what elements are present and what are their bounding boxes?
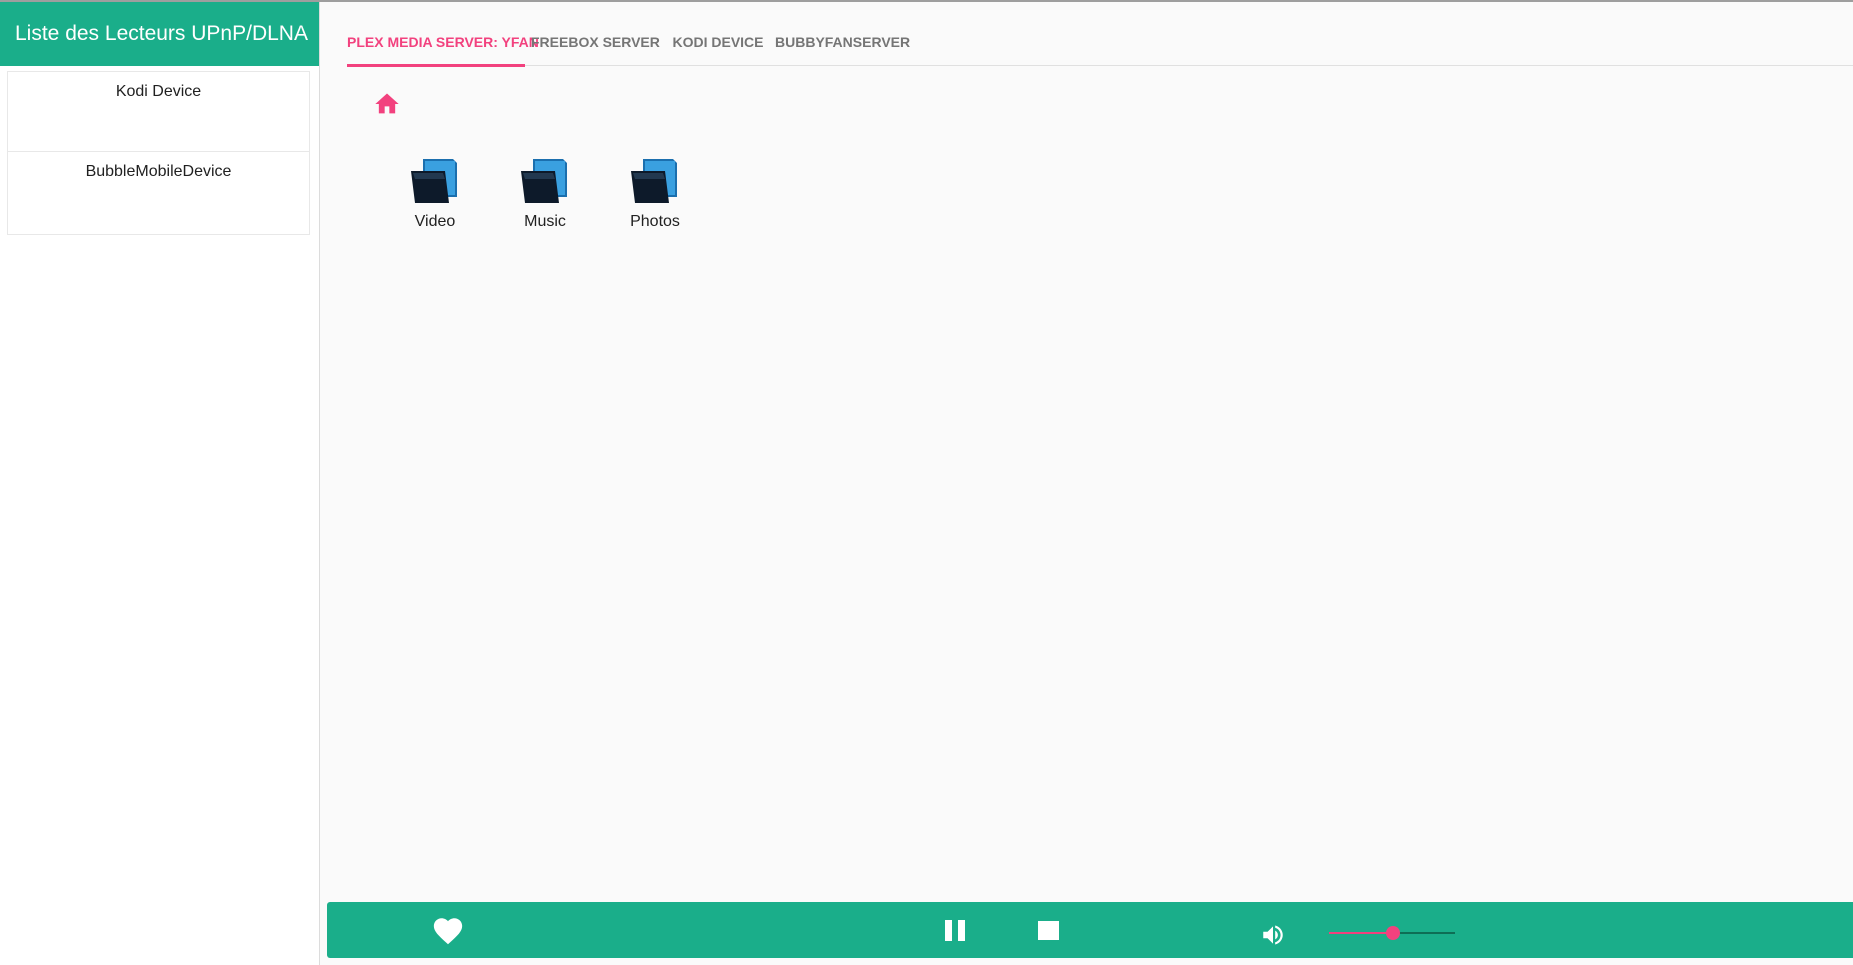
tab-label: FREEBOX SERVER — [531, 34, 660, 50]
tab-label: KODI DEVICE — [672, 34, 764, 50]
folder-photos[interactable]: Photos — [600, 157, 710, 231]
stop-icon[interactable] — [1038, 921, 1059, 940]
device-card-kodi[interactable]: Kodi Device — [7, 71, 310, 155]
home-icon[interactable] — [373, 90, 401, 118]
folder-icon — [521, 159, 567, 203]
sidebar-title: Liste des Lecteurs UPnP/DLNA — [0, 2, 319, 66]
player-bar — [327, 902, 1853, 958]
folder-icon — [631, 159, 677, 203]
device-label: Kodi Device — [115, 83, 202, 100]
folder-icon — [411, 159, 457, 203]
folder-label: Music — [524, 213, 566, 230]
volume-icon[interactable] — [1260, 922, 1286, 953]
tab-freebox-server[interactable]: FREEBOX SERVER — [531, 2, 660, 66]
tab-bubbyfanserver[interactable]: BUBBYFANSERVER — [775, 2, 911, 66]
heart-icon[interactable] — [430, 914, 466, 953]
active-tab-indicator — [347, 64, 525, 67]
media-browser: PLEX MEDIA SERVER: YFAN FREEBOX SERVER K… — [320, 2, 1853, 965]
volume-slider-filled — [1329, 932, 1393, 934]
pause-icon[interactable] — [943, 918, 967, 942]
folder-music[interactable]: Music — [490, 157, 600, 231]
tab-plex-media-server[interactable]: PLEX MEDIA SERVER: YFAN — [347, 2, 539, 67]
folder-label: Video — [414, 213, 456, 230]
device-sidebar: Liste des Lecteurs UPnP/DLNA Kodi Device… — [0, 2, 320, 965]
device-label: BubbleMobileDevice — [85, 163, 232, 180]
tab-label: BUBBYFANSERVER — [775, 34, 911, 50]
tab-label: PLEX MEDIA SERVER: YFAN — [347, 34, 539, 50]
device-card-bubblemobile[interactable]: BubbleMobileDevice — [7, 151, 310, 235]
server-tabs: PLEX MEDIA SERVER: YFAN FREEBOX SERVER K… — [347, 2, 1853, 67]
tab-kodi-device[interactable]: KODI DEVICE — [665, 2, 771, 66]
folder-video[interactable]: Video — [380, 157, 490, 231]
folder-label: Photos — [630, 213, 680, 230]
volume-slider-thumb[interactable] — [1386, 926, 1400, 940]
volume-slider-track[interactable] — [1393, 932, 1455, 934]
